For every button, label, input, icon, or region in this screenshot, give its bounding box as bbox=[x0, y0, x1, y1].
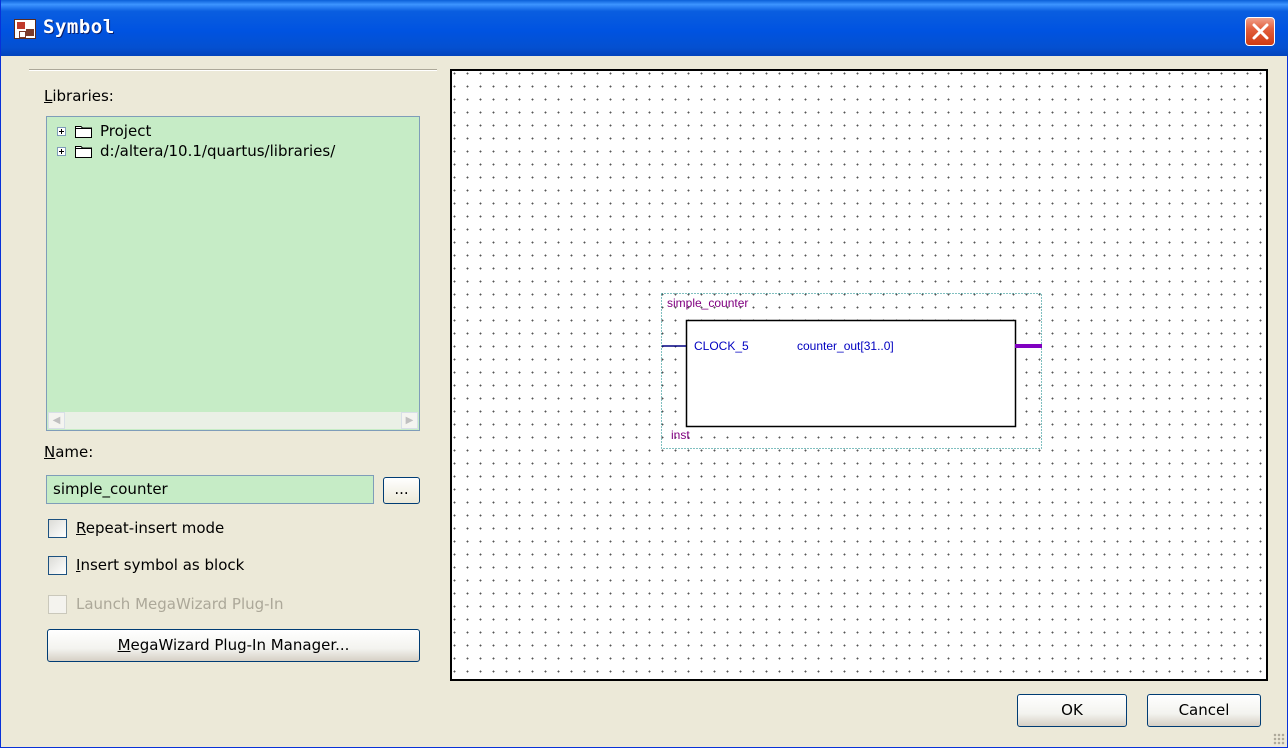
name-field[interactable]: simple_counter bbox=[46, 475, 374, 504]
symbol-name-label: simple_counter bbox=[667, 296, 749, 310]
horizontal-scrollbar[interactable]: ◀ ▶ bbox=[48, 412, 418, 429]
insert-as-block-option[interactable]: Insert symbol as block bbox=[48, 554, 244, 576]
libraries-tree[interactable]: Project d:/altera/10.1/quartus/libraries… bbox=[46, 116, 420, 431]
expand-icon[interactable] bbox=[57, 126, 66, 136]
separator bbox=[29, 69, 437, 71]
tree-item-label: Project bbox=[100, 122, 152, 140]
input-port-label: CLOCK_5 bbox=[694, 339, 749, 353]
folder-icon bbox=[75, 146, 92, 158]
launch-megawizard-checkbox bbox=[48, 594, 67, 614]
libraries-label-text: ibraries: bbox=[52, 87, 114, 105]
symbol-graphic bbox=[661, 293, 1042, 449]
output-port-label: counter_out[31..0] bbox=[797, 339, 894, 353]
window-title: Symbol bbox=[43, 16, 115, 38]
tree-item-project[interactable]: Project bbox=[57, 121, 151, 141]
scroll-left-icon[interactable]: ◀ bbox=[48, 412, 65, 429]
symbol-preview: simple_counter CLOCK_5 counter_out[31..0… bbox=[450, 69, 1268, 681]
insert-as-block-label: Insert symbol as block bbox=[76, 556, 245, 574]
insert-as-block-checkbox[interactable] bbox=[48, 555, 67, 575]
repeat-insert-label: Repeat-insert mode bbox=[76, 519, 225, 537]
app-icon bbox=[14, 19, 36, 39]
repeat-insert-checkbox[interactable] bbox=[48, 518, 67, 538]
launch-megawizard-option: Launch MegaWizard Plug-In bbox=[48, 593, 283, 615]
name-label: Name: bbox=[44, 443, 94, 461]
tree-item-libraries-path[interactable]: d:/altera/10.1/quartus/libraries/ bbox=[57, 141, 335, 161]
repeat-insert-option[interactable]: Repeat-insert mode bbox=[48, 517, 224, 539]
megawizard-manager-button[interactable]: MegaWizard Plug-In Manager... bbox=[47, 629, 420, 662]
close-button[interactable] bbox=[1245, 17, 1275, 46]
name-label-text: ame: bbox=[55, 443, 94, 461]
folder-icon bbox=[75, 126, 92, 138]
resize-grip[interactable] bbox=[1273, 733, 1285, 745]
close-icon bbox=[1252, 23, 1269, 40]
expand-icon[interactable] bbox=[57, 146, 66, 156]
libraries-label: Libraries: bbox=[44, 87, 114, 105]
browse-button[interactable]: ... bbox=[383, 477, 420, 504]
title-bar[interactable]: Symbol bbox=[1, 0, 1288, 56]
scroll-right-icon[interactable]: ▶ bbox=[401, 412, 418, 429]
cancel-button[interactable]: Cancel bbox=[1147, 694, 1261, 727]
tree-item-label: d:/altera/10.1/quartus/libraries/ bbox=[100, 142, 336, 160]
launch-megawizard-label: Launch MegaWizard Plug-In bbox=[76, 595, 284, 613]
symbol-body bbox=[685, 319, 1017, 428]
instance-name-label: inst bbox=[671, 428, 690, 442]
ok-button[interactable]: OK bbox=[1017, 694, 1127, 727]
symbol-dialog: Symbol Libraries: Project d:/altera/10.1… bbox=[0, 0, 1288, 748]
